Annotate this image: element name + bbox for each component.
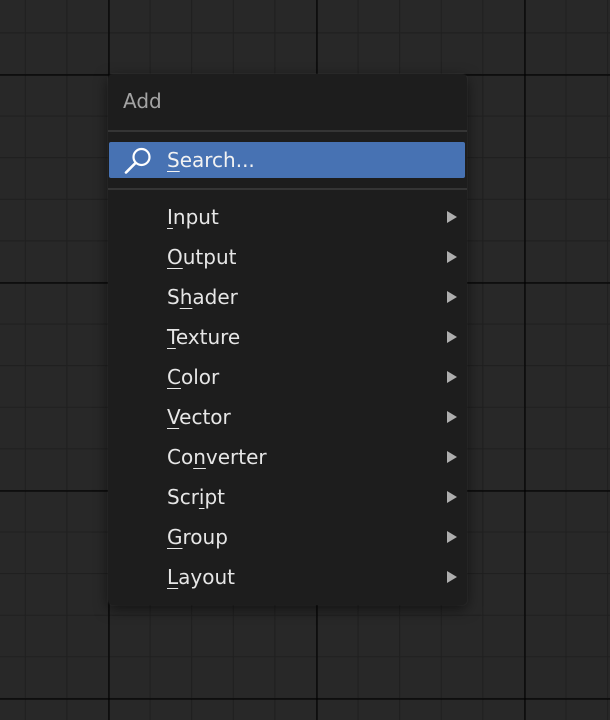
menu-separator-top xyxy=(108,130,467,132)
menu-item-output[interactable]: Output xyxy=(108,237,467,277)
menu-item-label: Input xyxy=(167,205,219,229)
menu-item-label-prefix: S xyxy=(167,285,180,309)
menu-item-label: Output xyxy=(167,245,236,269)
menu-item-label-suffix: ayout xyxy=(178,565,236,589)
search-menu-item[interactable]: Search... xyxy=(109,142,465,178)
menu-item-list: Input Output Shader Texture Color Vector Conve… xyxy=(108,197,467,597)
menu-item-layout[interactable]: Layout xyxy=(108,557,467,597)
menu-item-converter[interactable]: Converter xyxy=(108,437,467,477)
add-menu: Add Search... Input Output Shader Texture Co… xyxy=(108,74,467,605)
submenu-arrow-icon xyxy=(447,251,457,263)
menu-item-label: Texture xyxy=(167,325,240,349)
menu-item-hotkey-letter: G xyxy=(167,525,183,549)
menu-item-label: Script xyxy=(167,485,225,509)
menu-item-group[interactable]: Group xyxy=(108,517,467,557)
submenu-arrow-icon xyxy=(447,371,457,383)
menu-item-label-suffix: verter xyxy=(205,445,267,469)
menu-item-label-prefix: Co xyxy=(167,445,194,469)
menu-item-hotkey-letter: n xyxy=(193,445,206,469)
menu-item-hotkey-letter: O xyxy=(167,245,183,269)
submenu-arrow-icon xyxy=(447,211,457,223)
search-label: Search... xyxy=(167,147,255,173)
submenu-arrow-icon xyxy=(447,331,457,343)
submenu-arrow-icon xyxy=(447,291,457,303)
menu-item-label: Group xyxy=(167,525,228,549)
menu-item-label-suffix: olor xyxy=(180,365,220,389)
submenu-arrow-icon xyxy=(447,531,457,543)
menu-item-hotkey-letter: L xyxy=(167,565,179,589)
search-label-rest: earch... xyxy=(179,148,255,172)
submenu-arrow-icon xyxy=(447,571,457,583)
menu-item-script[interactable]: Script xyxy=(108,477,467,517)
menu-separator-bottom xyxy=(108,188,467,190)
menu-item-texture[interactable]: Texture xyxy=(108,317,467,357)
menu-item-label-suffix: ector xyxy=(179,405,231,429)
menu-item-shader[interactable]: Shader xyxy=(108,277,467,317)
submenu-arrow-icon xyxy=(447,411,457,423)
menu-item-label-suffix: pt xyxy=(204,485,226,509)
submenu-arrow-icon xyxy=(447,451,457,463)
menu-item-input[interactable]: Input xyxy=(108,197,467,237)
menu-title: Add xyxy=(123,89,162,113)
menu-item-label-suffix: utput xyxy=(182,245,237,269)
menu-item-hotkey-letter: h xyxy=(179,285,193,309)
menu-item-hotkey-letter: V xyxy=(167,405,180,429)
search-icon xyxy=(124,147,151,174)
menu-item-label-suffix: exture xyxy=(175,325,241,349)
search-label-hotkey: S xyxy=(167,148,180,172)
menu-item-hotkey-letter: T xyxy=(167,325,176,349)
menu-item-vector[interactable]: Vector xyxy=(108,397,467,437)
menu-item-label-suffix: roup xyxy=(182,525,228,549)
menu-item-label: Color xyxy=(167,365,219,389)
menu-item-label: Layout xyxy=(167,565,235,589)
menu-item-label-prefix: Scr xyxy=(167,485,199,509)
menu-item-label-suffix: nput xyxy=(172,205,219,229)
menu-item-hotkey-letter: C xyxy=(167,365,181,389)
menu-item-color[interactable]: Color xyxy=(108,357,467,397)
submenu-arrow-icon xyxy=(447,491,457,503)
menu-item-label: Vector xyxy=(167,405,231,429)
menu-item-label: Shader xyxy=(167,285,238,309)
menu-item-label-suffix: ader xyxy=(192,285,238,309)
menu-item-label: Converter xyxy=(167,445,267,469)
